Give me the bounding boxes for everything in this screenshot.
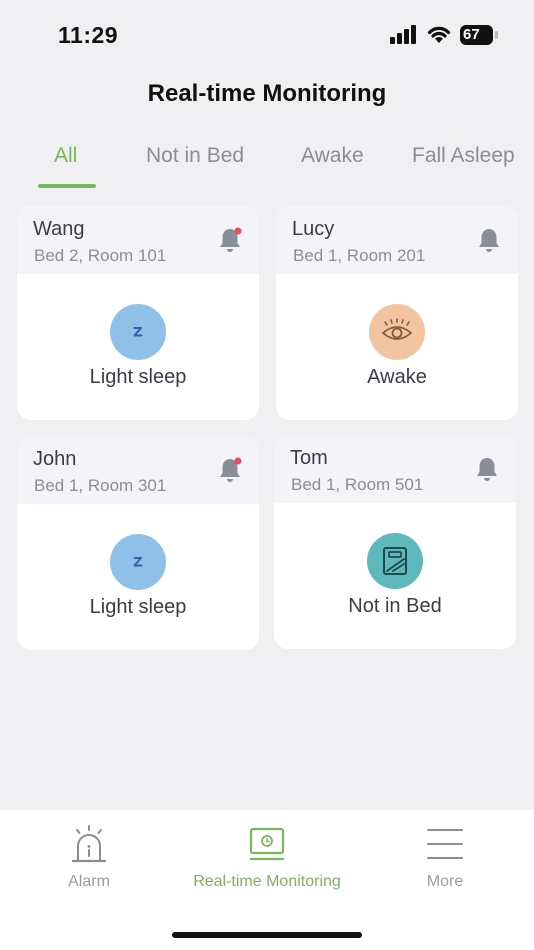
sleep-status-label: Light sleep <box>89 596 187 618</box>
sleep-z-icon <box>110 304 166 360</box>
filter-tabs: All Not in Bed Awake Fall Asleep <box>0 140 534 190</box>
resident-name: Wang <box>33 218 85 240</box>
sleep-z-icon <box>110 534 166 590</box>
resident-card-tom[interactable]: Tom Bed 1, Room 501 Not in Bed <box>274 435 516 649</box>
sleep-status-label: Awake <box>367 366 427 388</box>
resident-location: Bed 1, Room 201 <box>293 246 426 265</box>
status-bar: 11:29 67 <box>0 0 534 70</box>
card-header: Lucy Bed 1, Room 201 <box>276 206 518 274</box>
nav-label: Real-time Monitoring <box>193 873 341 890</box>
nav-label: More <box>426 873 464 890</box>
resident-location: Bed 1, Room 501 <box>291 475 424 494</box>
resident-location: Bed 1, Room 301 <box>34 476 167 495</box>
resident-location: Bed 2, Room 101 <box>34 246 167 265</box>
nav-alarm[interactable]: Alarm <box>0 810 178 910</box>
alarm-icon <box>71 825 107 863</box>
wifi-icon <box>427 26 451 43</box>
resident-name: John <box>33 448 77 470</box>
tab-active-indicator <box>38 184 96 188</box>
sleep-status-label: Light sleep <box>89 366 187 388</box>
nav-realtime-monitoring[interactable]: Real-time Monitoring <box>178 810 356 910</box>
card-header: John Bed 1, Room 301 <box>17 436 259 504</box>
card-header: Tom Bed 1, Room 501 <box>274 435 516 503</box>
home-indicator <box>172 932 362 938</box>
empty-bed-icon <box>367 533 423 589</box>
monitor-icon <box>249 827 285 861</box>
bell-alert-icon[interactable] <box>217 226 243 254</box>
battery-nub <box>495 31 498 39</box>
page-title: Real-time Monitoring <box>147 80 387 107</box>
resident-name: Lucy <box>292 218 335 240</box>
resident-card-wang[interactable]: Wang Bed 2, Room 101 Light sleep <box>17 206 259 420</box>
status-icons: 67 <box>390 24 510 48</box>
signal-icon <box>390 24 418 44</box>
card-header: Wang Bed 2, Room 101 <box>17 206 259 274</box>
resident-card-lucy[interactable]: Lucy Bed 1, Room 201 Awake <box>276 206 518 420</box>
battery-icon: 67 <box>460 25 493 45</box>
tab-all[interactable]: All <box>54 144 77 168</box>
tab-awake[interactable]: Awake <box>301 144 364 168</box>
menu-icon <box>427 829 463 859</box>
bed-status-label: Not in Bed <box>348 595 442 617</box>
tab-not-in-bed[interactable]: Not in Bed <box>146 144 244 168</box>
bell-icon[interactable] <box>474 455 500 483</box>
nav-label: Alarm <box>68 873 110 890</box>
bottom-navigation: Alarm Real-time Monitoring More <box>0 810 534 950</box>
bell-alert-icon[interactable] <box>217 456 243 484</box>
bell-icon[interactable] <box>476 226 502 254</box>
resident-card-john[interactable]: John Bed 1, Room 301 Light sleep <box>17 436 259 650</box>
tab-fall-asleep[interactable]: Fall Asleep <box>412 144 515 168</box>
eye-icon <box>369 304 425 360</box>
resident-name: Tom <box>290 447 328 469</box>
nav-more[interactable]: More <box>356 810 534 910</box>
status-time: 11:29 <box>58 22 119 48</box>
